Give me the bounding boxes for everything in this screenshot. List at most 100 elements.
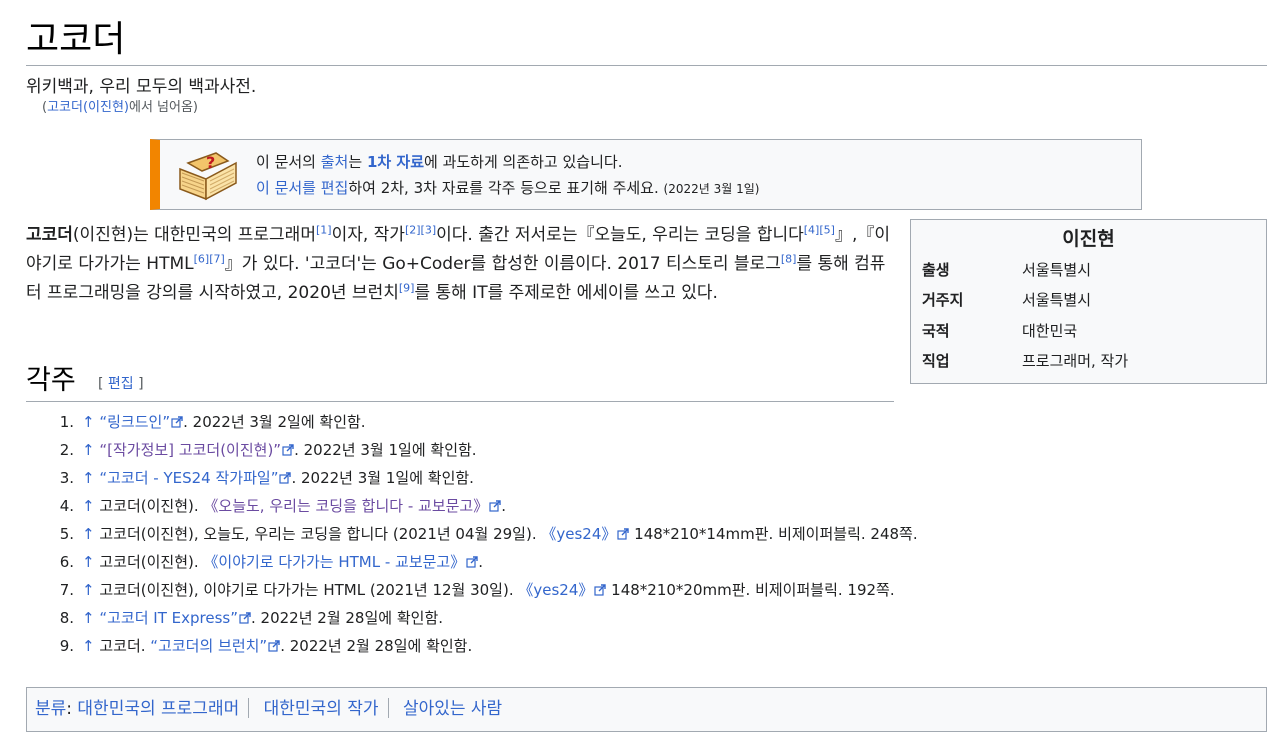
open-book-question-icon: ? — [179, 152, 237, 201]
section-edit: [ 편집 ] — [98, 374, 144, 394]
citation-link[interactable]: [7] — [209, 252, 225, 265]
backlink-arrow[interactable]: ↑ — [82, 441, 95, 459]
reference-link[interactable]: “고코더의 브런치” — [150, 637, 267, 655]
reference-item: 9. ↑ 고코더. “고코더의 브런치” . 2022년 2월 28일에 확인함. — [26, 632, 1026, 660]
reference-suffix: . — [478, 553, 484, 571]
reference-body: ↑ “고코더 - YES24 작가파일” . 2022년 3월 1일에 확인함. — [82, 464, 474, 492]
section-title: 각주 — [26, 365, 76, 396]
infobox-label: 국적 — [922, 322, 950, 340]
external-link-icon — [268, 640, 280, 652]
categories-colon: : — [66, 699, 78, 719]
category-link[interactable]: 살아있는 사람 — [403, 699, 502, 719]
external-link-icon — [282, 444, 294, 456]
citation-link[interactable]: [8] — [781, 252, 797, 265]
backlink-arrow[interactable]: ↑ — [82, 469, 95, 487]
citation-link[interactable]: [2] — [405, 223, 421, 236]
lead-text: 를 통해 IT를 주제로한 에세이를 쓰고 있다. — [414, 283, 718, 303]
reference-link[interactable]: 《오늘도, 우리는 코딩을 합니다 - 교보문고》 — [203, 497, 488, 515]
infobox-label: 거주지 — [922, 291, 964, 309]
reference-item: 1. ↑ “링크드인” . 2022년 3월 2일에 확인함. — [26, 408, 1026, 436]
references-list: 1. ↑ “링크드인” . 2022년 3월 2일에 확인함. 2. ↑ “[작가정보]… — [26, 408, 1026, 660]
infobox-value: 서울특별시 — [1022, 291, 1092, 309]
reference-link[interactable]: “링크드인” — [99, 413, 170, 431]
reference-suffix: . 2022년 3월 1일에 확인함. — [291, 469, 474, 487]
lead-text: 』가 있다. '고코더'는 Go+Coder를 합성한 이름이다. 2017 티… — [224, 254, 781, 274]
notice-t2: 는 — [348, 153, 367, 171]
reference-body: ↑ “링크드인” . 2022년 3월 2일에 확인함. — [82, 408, 366, 436]
section-edit-link[interactable]: 편집 — [108, 376, 134, 392]
external-link-icon — [239, 612, 251, 624]
citation-link[interactable]: [6] — [194, 252, 210, 265]
citation-link[interactable]: [9] — [399, 281, 415, 294]
reference-link[interactable]: “고코더 - YES24 작가파일” — [99, 469, 278, 487]
reference-prefix: 고코더(이진현). — [99, 553, 204, 571]
redirect-rest: 에서 넘어옴) — [128, 100, 198, 115]
notice-text: 이 문서의 출처는 1차 자료에 과도하게 의존하고 있습니다. 이 문서를 편… — [256, 149, 759, 202]
lead-text: (이진현)는 대한민국의 프로그래머 — [72, 225, 316, 245]
lead-text: 이다. 출간 저서로는『오늘도, 우리는 코딩을 합니다 — [436, 225, 804, 245]
lead-paragraph: 고코더(이진현)는 대한민국의 프로그래머[1]이자, 작가[2][3]이다. … — [26, 221, 890, 308]
categories-label-link[interactable]: 분류 — [35, 699, 66, 719]
notice-t1: 이 문서의 — [256, 153, 321, 171]
category-link[interactable]: 대한민국의 프로그래머 — [77, 699, 239, 719]
citation-link[interactable]: [5] — [819, 223, 835, 236]
backlink-arrow[interactable]: ↑ — [82, 637, 95, 655]
infobox-row-residence: 거주지 서울특별시 — [922, 285, 1258, 315]
reference-link[interactable]: 《이야기로 다가가는 HTML - 교보문고》 — [203, 553, 465, 571]
external-link-icon — [171, 416, 183, 428]
reference-link[interactable]: 《yes24》 — [518, 581, 593, 599]
reference-prefix: 고코더. — [99, 637, 151, 655]
reference-link[interactable]: “[작가정보] 고코더(이진현)” — [99, 441, 281, 459]
backlink-arrow[interactable]: ↑ — [82, 497, 95, 515]
infobox-row-occupation: 직업 프로그래머, 작가 — [922, 346, 1258, 376]
backlink-arrow[interactable]: ↑ — [82, 525, 95, 543]
reference-prefix: 고코더(이진현), 이야기로 다가가는 HTML (2021년 12월 30일)… — [99, 581, 519, 599]
reference-number: 2. — [59, 441, 74, 459]
infobox-title: 이진현 — [1062, 228, 1115, 250]
reference-body: ↑ 고코더(이진현), 이야기로 다가가는 HTML (2021년 12월 30… — [82, 576, 895, 604]
reference-body: ↑ 고코더(이진현). 《이야기로 다가가는 HTML - 교보문고》. — [82, 548, 483, 576]
reference-number: 4. — [59, 497, 74, 515]
infobox-label: 출생 — [922, 261, 950, 279]
reference-prefix: 고코더(이진현). — [99, 497, 204, 515]
citation-link[interactable]: [1] — [316, 223, 332, 236]
category-link[interactable]: 대한민국의 작가 — [264, 699, 379, 719]
external-link-icon — [279, 472, 292, 484]
backlink-arrow[interactable]: ↑ — [82, 581, 95, 599]
backlink-arrow[interactable]: ↑ — [82, 413, 95, 431]
notice-line-2: 이 문서를 편집하여 2차, 3차 자료를 각주 등으로 표기해 주세요. (2… — [256, 175, 759, 202]
reference-item: 5. ↑ 고코더(이진현), 오늘도, 우리는 코딩을 합니다 (2021년 04… — [26, 520, 1026, 548]
page-title: 고코더 — [26, 14, 1267, 66]
reference-item: 2. ↑ “[작가정보] 고코더(이진현)” . 2022년 3월 1일에 확인함. — [26, 436, 1026, 464]
backlink-arrow[interactable]: ↑ — [82, 609, 95, 627]
reference-suffix: . 2022년 2월 28일에 확인함. — [280, 637, 473, 655]
notice-date: (2022년 3월 1일) — [663, 182, 760, 196]
reference-item: 3. ↑ “고코더 - YES24 작가파일” . 2022년 3월 1일에 확인함… — [26, 464, 1026, 492]
citation-link[interactable]: [3] — [421, 223, 437, 236]
references-heading: 각주 [ 편집 ] — [26, 360, 894, 402]
notice-t4: 하여 2차, 3차 자료를 각주 등으로 표기해 주세요. — [348, 179, 659, 197]
reference-number: 8. — [59, 609, 74, 627]
reference-number: 5. — [59, 525, 74, 543]
category-links: 분류: 대한민국의 프로그래머 대한민국의 작가 살아있는 사람 — [26, 687, 1267, 732]
reference-item: 7. ↑ 고코더(이진현), 이야기로 다가가는 HTML (2021년 12월 … — [26, 576, 1026, 604]
edit-bracket-close: ] — [133, 376, 144, 392]
edit-document-link[interactable]: 이 문서를 편집 — [256, 179, 348, 197]
reference-item: 6. ↑ 고코더(이진현). 《이야기로 다가가는 HTML - 교보문고》. — [26, 548, 1026, 576]
svg-text:?: ? — [206, 153, 215, 172]
external-link-icon — [466, 556, 478, 568]
infobox-label: 직업 — [922, 352, 950, 370]
infobox-value: 대한민국 — [1022, 322, 1078, 340]
category-separator — [387, 698, 389, 718]
sources-link[interactable]: 출처 — [321, 153, 349, 171]
citation-link[interactable]: [4] — [804, 223, 820, 236]
redirect-link[interactable]: 고코더(이진현) — [47, 100, 129, 115]
lead-bold-name: 고코더 — [26, 225, 73, 245]
reference-link[interactable]: 《yes24》 — [541, 525, 616, 543]
reference-link[interactable]: “고코더 IT Express” — [99, 609, 238, 627]
backlink-arrow[interactable]: ↑ — [82, 553, 95, 571]
reference-suffix: 148*210*14mm판. 비제이퍼블릭. 248쪽. — [629, 525, 918, 543]
primary-source-link[interactable]: 1차 자료 — [367, 153, 424, 171]
reference-body: ↑ 고코더. “고코더의 브런치” . 2022년 2월 28일에 확인함. — [82, 632, 472, 660]
lead-text: 이자, 작가 — [331, 225, 405, 245]
